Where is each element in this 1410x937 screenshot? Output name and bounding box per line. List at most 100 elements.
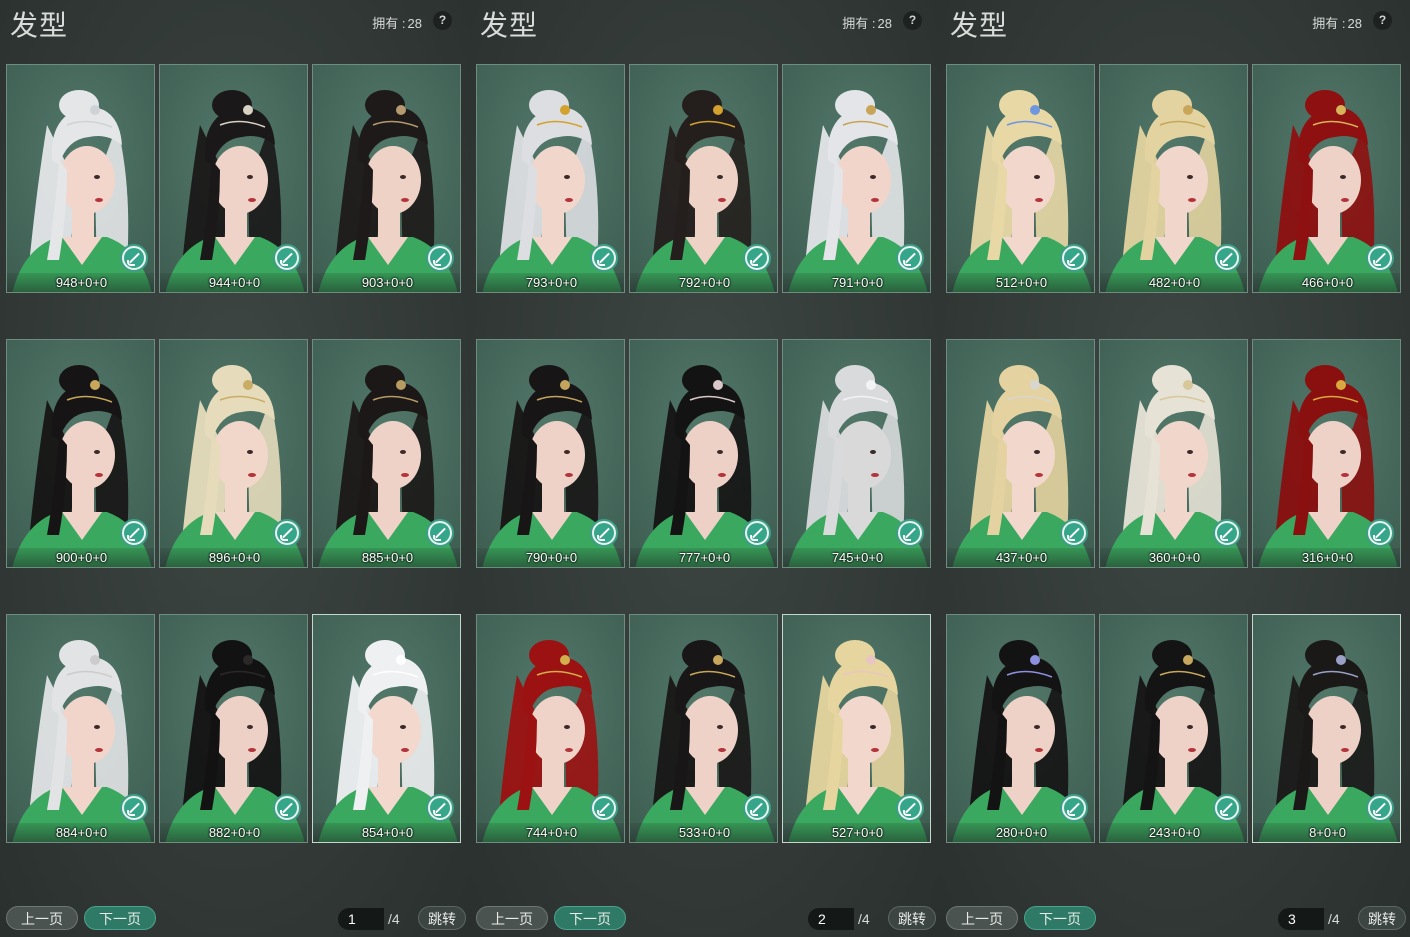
hairstyle-card[interactable]: 900+0+0 xyxy=(6,339,155,568)
brush-glyph xyxy=(430,798,450,818)
dye-brush-icon[interactable] xyxy=(743,244,771,272)
brush-glyph xyxy=(900,248,920,268)
hairstyle-card[interactable]: 790+0+0 xyxy=(476,339,625,568)
help-icon[interactable]: ? xyxy=(433,11,452,30)
brush-glyph xyxy=(430,248,450,268)
hairstyle-card[interactable]: 744+0+0 xyxy=(476,614,625,843)
hairstyle-card[interactable]: 854+0+0 xyxy=(312,614,461,843)
next-page-button[interactable]: 下一页 xyxy=(554,906,626,930)
dye-brush-icon[interactable] xyxy=(120,794,148,822)
prev-page-button[interactable]: 上一页 xyxy=(946,906,1018,930)
dye-brush-icon[interactable] xyxy=(896,244,924,272)
hairstyle-card[interactable]: 360+0+0 xyxy=(1099,339,1248,568)
dye-brush-icon[interactable] xyxy=(273,244,301,272)
hairstyle-card[interactable]: 793+0+0 xyxy=(476,64,625,293)
next-page-button[interactable]: 下一页 xyxy=(1024,906,1096,930)
hairstyle-card[interactable]: 948+0+0 xyxy=(6,64,155,293)
brush-glyph xyxy=(1217,798,1237,818)
hairstyle-card[interactable]: 482+0+0 xyxy=(1099,64,1248,293)
brush-glyph xyxy=(124,798,144,818)
dye-brush-icon[interactable] xyxy=(590,244,618,272)
dye-brush-icon[interactable] xyxy=(1366,794,1394,822)
dye-brush-icon[interactable] xyxy=(1060,519,1088,547)
hairstyle-price: 777+0+0 xyxy=(630,548,777,567)
dye-brush-icon[interactable] xyxy=(120,519,148,547)
jump-page-button[interactable]: 跳转 xyxy=(888,906,936,930)
hairstyle-card[interactable]: 944+0+0 xyxy=(159,64,308,293)
dye-brush-icon[interactable] xyxy=(896,519,924,547)
dye-brush-icon[interactable] xyxy=(743,794,771,822)
hairstyle-price: 745+0+0 xyxy=(783,548,930,567)
hairstyle-panel: 发型 拥有 :28? 793+0+0 792+0+0 791+0+0 790+0+0 777… xyxy=(470,0,940,937)
hairstyle-card[interactable]: 896+0+0 xyxy=(159,339,308,568)
page-number-input[interactable]: 1 xyxy=(338,908,384,930)
dye-brush-icon[interactable] xyxy=(743,519,771,547)
dye-brush-icon[interactable] xyxy=(1060,794,1088,822)
brush-glyph xyxy=(594,248,614,268)
panel-title: 发型 xyxy=(950,9,1009,42)
dye-brush-icon[interactable] xyxy=(1366,244,1394,272)
dye-brush-icon[interactable] xyxy=(896,794,924,822)
dye-brush-icon[interactable] xyxy=(590,794,618,822)
hairstyle-card[interactable]: 777+0+0 xyxy=(629,339,778,568)
hairstyle-card[interactable]: 8+0+0 xyxy=(1252,614,1401,843)
hairstyle-price: 280+0+0 xyxy=(947,823,1094,842)
page-total: /4 xyxy=(1328,911,1340,927)
dye-brush-icon[interactable] xyxy=(1060,244,1088,272)
hairstyle-price: 884+0+0 xyxy=(7,823,154,842)
dye-brush-icon[interactable] xyxy=(1213,244,1241,272)
next-page-button[interactable]: 下一页 xyxy=(84,906,156,930)
dye-brush-icon[interactable] xyxy=(273,794,301,822)
prev-page-button[interactable]: 上一页 xyxy=(476,906,548,930)
brush-glyph xyxy=(1217,523,1237,543)
hairstyle-card[interactable]: 885+0+0 xyxy=(312,339,461,568)
hairstyle-price: 243+0+0 xyxy=(1100,823,1247,842)
hairstyle-card[interactable]: 791+0+0 xyxy=(782,64,931,293)
hairstyle-card[interactable]: 792+0+0 xyxy=(629,64,778,293)
brush-glyph xyxy=(747,248,767,268)
hairstyle-price: 948+0+0 xyxy=(7,273,154,292)
dye-brush-icon[interactable] xyxy=(426,519,454,547)
hairstyle-card[interactable]: 512+0+0 xyxy=(946,64,1095,293)
help-icon[interactable]: ? xyxy=(903,11,922,30)
prev-page-button[interactable]: 上一页 xyxy=(6,906,78,930)
hairstyle-card[interactable]: 745+0+0 xyxy=(782,339,931,568)
dye-brush-icon[interactable] xyxy=(273,519,301,547)
dye-brush-icon[interactable] xyxy=(1213,794,1241,822)
hairstyle-card[interactable]: 903+0+0 xyxy=(312,64,461,293)
page-number-input[interactable]: 3 xyxy=(1278,908,1324,930)
hairstyle-price: 437+0+0 xyxy=(947,548,1094,567)
hairstyle-price: 885+0+0 xyxy=(313,548,460,567)
brush-glyph xyxy=(1370,248,1390,268)
hairstyle-price: 882+0+0 xyxy=(160,823,307,842)
hairstyle-card[interactable]: 466+0+0 xyxy=(1252,64,1401,293)
hairstyle-price: 944+0+0 xyxy=(160,273,307,292)
hairstyle-panel: 发型 拥有 :28? 512+0+0 482+0+0 466+0+0 437+0+0 360… xyxy=(940,0,1410,937)
hairstyle-card[interactable]: 882+0+0 xyxy=(159,614,308,843)
jump-page-button[interactable]: 跳转 xyxy=(418,906,466,930)
dye-brush-icon[interactable] xyxy=(1366,519,1394,547)
brush-glyph xyxy=(124,248,144,268)
help-icon[interactable]: ? xyxy=(1373,11,1392,30)
jump-page-button[interactable]: 跳转 xyxy=(1358,906,1406,930)
hairstyle-card[interactable]: 243+0+0 xyxy=(1099,614,1248,843)
dye-brush-icon[interactable] xyxy=(1213,519,1241,547)
hairstyle-card[interactable]: 437+0+0 xyxy=(946,339,1095,568)
hairstyle-card[interactable]: 533+0+0 xyxy=(629,614,778,843)
hairstyle-price: 790+0+0 xyxy=(477,548,624,567)
hairstyle-card[interactable]: 316+0+0 xyxy=(1252,339,1401,568)
hairstyle-price: 792+0+0 xyxy=(630,273,777,292)
brush-glyph xyxy=(1064,523,1084,543)
dye-brush-icon[interactable] xyxy=(426,244,454,272)
hairstyle-price: 854+0+0 xyxy=(313,823,460,842)
page-number-input[interactable]: 2 xyxy=(808,908,854,930)
dye-brush-icon[interactable] xyxy=(120,244,148,272)
hairstyle-price: 791+0+0 xyxy=(783,273,930,292)
hairstyle-card[interactable]: 280+0+0 xyxy=(946,614,1095,843)
hairstyle-card[interactable]: 884+0+0 xyxy=(6,614,155,843)
dye-brush-icon[interactable] xyxy=(426,794,454,822)
brush-glyph xyxy=(594,523,614,543)
hairstyle-card[interactable]: 527+0+0 xyxy=(782,614,931,843)
dye-brush-icon[interactable] xyxy=(590,519,618,547)
brush-glyph xyxy=(124,523,144,543)
